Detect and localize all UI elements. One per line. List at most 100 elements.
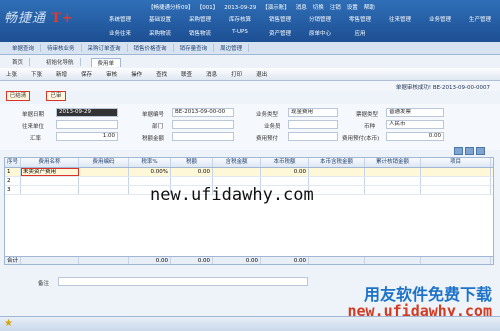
column-header[interactable]: 税率% — [129, 158, 171, 167]
toolbar-button[interactable]: 新增 — [56, 70, 67, 78]
page-tab[interactable]: 费用单 — [90, 57, 122, 67]
column-header[interactable]: 序号 — [5, 158, 21, 167]
prepay-local-label: 费用预付(本币) — [342, 136, 380, 142]
table-cell[interactable] — [79, 177, 129, 185]
table-cell[interactable] — [309, 177, 365, 185]
toolbar-button[interactable]: 消息 — [206, 70, 217, 78]
toolbar-button[interactable]: 审核 — [106, 70, 117, 78]
table-cell[interactable] — [421, 177, 491, 185]
biztype-field[interactable]: 现金费用 — [288, 108, 338, 117]
toolbar-button[interactable]: 查找 — [156, 70, 167, 78]
table-row[interactable]: 1 未卖资产费用 0.00% 0.00 0.00 — [5, 168, 493, 177]
column-header[interactable]: 项目 — [421, 158, 491, 167]
table-cell[interactable]: 0.00 — [171, 168, 213, 176]
rate-field[interactable]: 1.00 — [56, 132, 118, 141]
table-cell[interactable]: 3 — [5, 186, 21, 194]
column-header[interactable]: 累计核销金额 — [365, 158, 421, 167]
staff-field[interactable] — [288, 120, 338, 129]
column-header[interactable]: 含税金额 — [213, 158, 261, 167]
table-cell[interactable] — [21, 177, 79, 185]
column-settings-icon[interactable] — [476, 147, 485, 155]
table-cell[interactable]: 未卖资产费用 — [21, 168, 79, 176]
quick-tab[interactable]: 销售价格查询 — [128, 44, 174, 52]
page-tab[interactable]: 首页 — [6, 58, 31, 66]
table-cell[interactable] — [365, 177, 421, 185]
quick-tab[interactable]: 单据查询 — [6, 44, 42, 52]
menu-item[interactable]: 资产管理 — [260, 29, 300, 37]
column-header[interactable]: 税额 — [171, 158, 213, 167]
tax-amount-field[interactable] — [172, 132, 234, 141]
table-cell[interactable]: 0.00% — [129, 168, 171, 176]
menu-item[interactable]: 库存核算 — [220, 15, 260, 23]
add-row-icon[interactable] — [454, 147, 463, 155]
currency-field[interactable]: 人民币 — [386, 120, 444, 129]
toolbar-button[interactable]: 联查 — [181, 70, 192, 78]
date-field[interactable]: 2013-09-29 — [56, 108, 118, 117]
table-cell[interactable]: 2 — [5, 177, 21, 185]
table-cell[interactable]: 0.00 — [261, 168, 309, 176]
document-header-form: 单据日期 2013-09-29 单据编号 BE-2013-09-00-00 业务… — [0, 104, 500, 150]
status-item[interactable]: 切换 — [313, 5, 324, 11]
quick-tab[interactable]: 周边管理 — [214, 44, 250, 52]
toolbar-button[interactable]: 保存 — [81, 70, 92, 78]
menu-item[interactable]: 应用 — [340, 29, 380, 37]
favorite-star-icon[interactable]: ★ — [4, 319, 13, 329]
menu-item[interactable]: 零售管理 — [340, 15, 380, 23]
table-cell[interactable]: 1 — [5, 168, 21, 176]
status-item[interactable]: 注销 — [330, 5, 341, 11]
table-cell[interactable] — [79, 168, 129, 176]
settle-field[interactable] — [56, 120, 118, 129]
dept-field[interactable] — [172, 120, 234, 129]
menu-item[interactable]: T-UPS — [220, 29, 260, 37]
status-item[interactable]: 设置 — [347, 5, 358, 11]
column-header[interactable]: 费用编码 — [79, 158, 129, 167]
toolbar-button[interactable]: 打印 — [231, 70, 242, 78]
main-menu-row-1: 系统管理 基础设置 采购管理 库存核算 销售管理 分销管理 零售管理 往来管理 业务管理 生产管理 — [100, 15, 500, 23]
quick-tab[interactable]: 销存量查询 — [174, 44, 215, 52]
table-cell[interactable] — [21, 186, 79, 194]
toolbar-button[interactable]: 下张 — [31, 70, 42, 78]
prepay-field[interactable] — [288, 132, 338, 141]
menu-item[interactable]: 基础设置 — [140, 15, 180, 23]
page-tab[interactable]: 初始化导航 — [40, 58, 81, 66]
table-cell[interactable] — [421, 186, 491, 194]
quick-tab[interactable]: 待审核业务 — [41, 44, 82, 52]
invoice-field[interactable]: 普通发票 — [386, 108, 444, 117]
table-cell[interactable] — [365, 186, 421, 194]
table-cell[interactable] — [261, 177, 309, 185]
toolbar-button[interactable]: 操作 — [131, 70, 142, 78]
table-cell[interactable] — [213, 168, 261, 176]
table-cell[interactable] — [171, 177, 213, 185]
toolbar-button[interactable]: 上张 — [6, 70, 17, 78]
column-header[interactable]: 本币税额 — [261, 158, 309, 167]
column-header[interactable]: 本币含税金额 — [309, 158, 365, 167]
table-cell[interactable] — [129, 177, 171, 185]
delete-row-icon[interactable] — [465, 147, 474, 155]
menu-item[interactable]: 业务管理 — [420, 15, 460, 23]
table-cell[interactable] — [421, 168, 491, 176]
table-cell[interactable] — [309, 168, 365, 176]
remark-field[interactable] — [58, 277, 308, 286]
quick-tab[interactable]: 采购订单查询 — [82, 44, 128, 52]
menu-item[interactable]: 销售物流 — [180, 29, 220, 37]
prepay-local-field[interactable]: 0.00 — [386, 132, 444, 141]
menu-item[interactable]: 采购物流 — [140, 29, 180, 37]
code-field[interactable]: BE-2013-09-00-00 — [172, 108, 234, 117]
table-cell[interactable] — [79, 186, 129, 194]
table-cell[interactable] — [213, 177, 261, 185]
table-cell[interactable] — [365, 168, 421, 176]
toolbar-button[interactable]: 退出 — [256, 70, 267, 78]
menu-item[interactable]: 系统管理 — [100, 15, 140, 23]
status-item[interactable]: 帮助 — [364, 5, 375, 11]
menu-item[interactable]: 采购管理 — [180, 15, 220, 23]
menu-item[interactable]: 分销管理 — [300, 15, 340, 23]
column-header[interactable]: 费用名称 — [21, 158, 79, 167]
menu-item[interactable]: 业务往来 — [100, 29, 140, 37]
menu-item[interactable]: 往来管理 — [380, 15, 420, 23]
menu-item[interactable]: 销售管理 — [260, 15, 300, 23]
menu-item[interactable]: 原单中心 — [300, 29, 340, 37]
total-cell: 0.00 — [213, 257, 261, 264]
menu-item[interactable]: 生产管理 — [460, 15, 500, 23]
table-cell[interactable] — [309, 186, 365, 194]
status-item[interactable]: 消息 — [296, 5, 307, 11]
